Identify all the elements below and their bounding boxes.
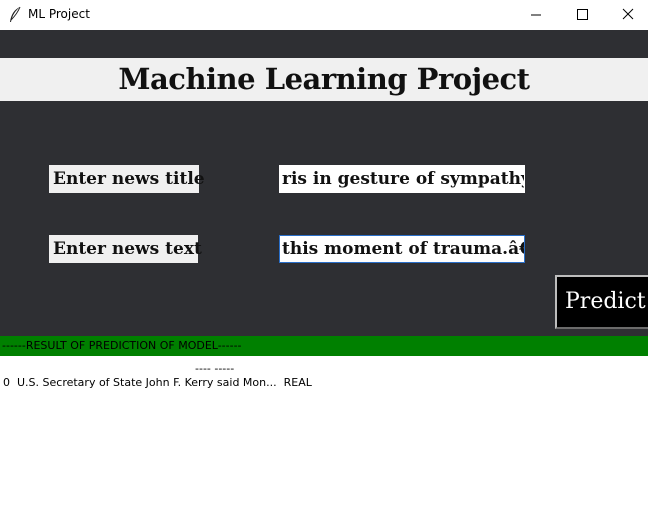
- news-title-label: Enter news title: [49, 165, 205, 193]
- minimize-icon: [531, 14, 541, 16]
- news-title-value: ris in gesture of sympathy: [282, 169, 525, 189]
- minimize-button[interactable]: [513, 0, 559, 30]
- result-header: ------RESULT OF PREDICTION OF MODEL-----…: [0, 336, 648, 356]
- news-text-value: this moment of trauma.â€: [282, 239, 525, 259]
- window-title: ML Project: [28, 7, 90, 21]
- feather-icon: [8, 6, 22, 24]
- news-text-input[interactable]: this moment of trauma.â€: [279, 235, 525, 263]
- maximize-button[interactable]: [559, 0, 605, 30]
- close-button[interactable]: [605, 0, 648, 30]
- close-icon: [622, 8, 634, 20]
- maximize-icon: [577, 9, 588, 20]
- result-row: 0 U.S. Secretary of State John F. Kerry …: [3, 376, 312, 389]
- news-title-input[interactable]: ris in gesture of sympathy: [279, 165, 525, 193]
- news-text-label: Enter news text: [49, 235, 202, 263]
- result-separator: ---- -----: [195, 362, 235, 375]
- page-title: Machine Learning Project: [0, 58, 648, 101]
- predict-button[interactable]: Predict: [555, 275, 648, 329]
- title-bar: ML Project: [0, 0, 648, 30]
